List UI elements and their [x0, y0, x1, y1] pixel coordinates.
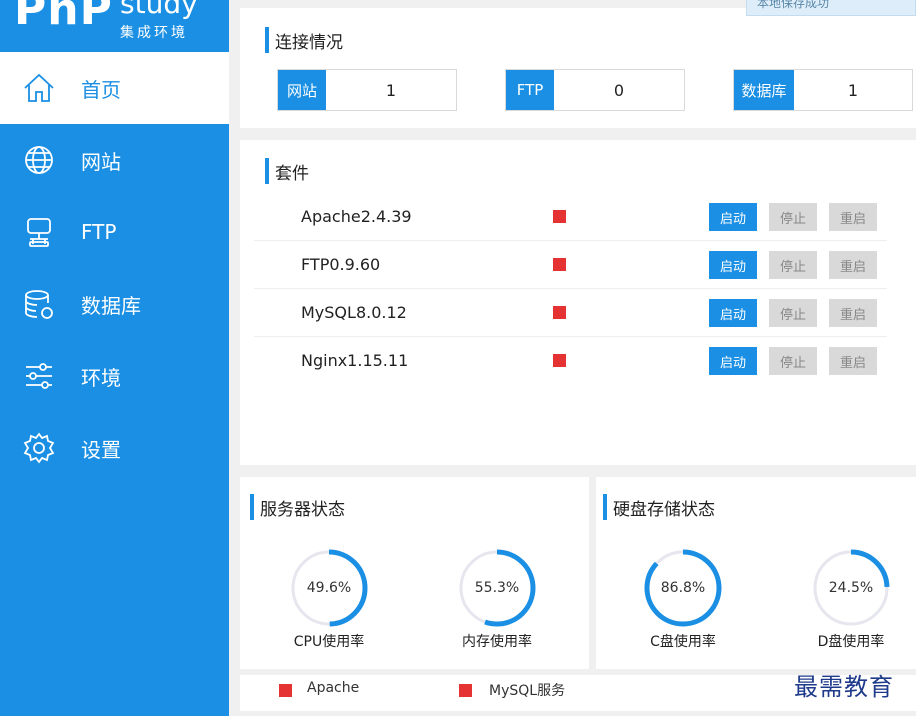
watermark: 最需教育 — [794, 673, 894, 701]
connection-websites-count: 1 — [385, 80, 397, 100]
service-row-nginx: Nginx1.15.11 启动 停止 重启 — [254, 337, 887, 385]
service-stopped-indicator — [553, 306, 566, 319]
suites-title-text: 套件 — [275, 163, 309, 184]
connection-database-label: 数据库 — [734, 70, 794, 110]
gauge-value: 86.8% — [660, 580, 706, 596]
service-stopped-indicator — [553, 210, 566, 223]
sidebar-item-environment[interactable]: 环境 — [0, 340, 229, 412]
legend-mysql-label: MySQL服务 — [489, 683, 566, 699]
stop-button[interactable]: 停止 — [769, 299, 817, 327]
home-icon — [22, 71, 56, 105]
logo-subtitle: 集成环境 — [120, 25, 188, 41]
restart-button[interactable]: 重启 — [829, 299, 877, 327]
sidebar-item-website[interactable]: 网站 — [0, 124, 229, 196]
service-row-mysql: MySQL8.0.12 启动 停止 重启 — [254, 289, 887, 337]
connection-websites: 网站 1 — [277, 69, 457, 111]
connection-database: 数据库 1 — [733, 69, 913, 111]
gauge-value: 24.5% — [828, 580, 874, 596]
service-name: Apache2.4.39 — [301, 207, 412, 226]
legend-apache-label: Apache — [307, 680, 360, 696]
start-button[interactable]: 启动 — [709, 251, 757, 279]
gear-icon — [22, 431, 56, 465]
gauge-value: 49.6% — [306, 580, 352, 596]
start-button[interactable]: 启动 — [709, 299, 757, 327]
sidebar-item-label: 首页 — [81, 77, 121, 102]
title-accent-bar — [265, 27, 269, 53]
memory-usage-gauge: 55.3% — [457, 548, 537, 628]
sidebar-item-label: 设置 — [81, 437, 121, 462]
connection-websites-label: 网站 — [278, 70, 326, 110]
service-stopped-indicator — [553, 258, 566, 271]
server-status-title-text: 服务器状态 — [260, 499, 345, 520]
sidebar-item-home[interactable]: 首页 — [0, 52, 229, 124]
suites-title: 套件 — [265, 158, 309, 184]
d-drive-usage-gauge: 24.5% — [811, 548, 891, 628]
start-button[interactable]: 启动 — [709, 347, 757, 375]
title-accent-bar — [250, 494, 254, 520]
connections-title: 连接情况 — [265, 27, 343, 53]
disk-status-title: 硬盘存储状态 — [603, 494, 715, 520]
stop-button[interactable]: 停止 — [769, 251, 817, 279]
service-stopped-indicator — [553, 354, 566, 367]
connection-ftp-label: FTP — [506, 70, 554, 110]
service-name: Nginx1.15.11 — [301, 351, 409, 370]
restart-button[interactable]: 重启 — [829, 347, 877, 375]
service-row-apache: Apache2.4.39 启动 停止 重启 — [254, 193, 887, 241]
d-drive-usage-label: D盘使用率 — [817, 634, 885, 650]
connection-database-count: 1 — [847, 80, 859, 100]
sidebar-nav: 首页 网站 FTP 数据库 环境 设置 — [0, 52, 229, 484]
sidebar-item-database[interactable]: 数据库 — [0, 268, 229, 340]
connection-ftp: FTP 0 — [505, 69, 685, 111]
database-icon — [22, 287, 56, 321]
server-icon — [22, 215, 56, 249]
connections-title-text: 连接情况 — [275, 32, 343, 53]
cpu-usage-gauge: 49.6% — [289, 548, 369, 628]
stop-button[interactable]: 停止 — [769, 347, 817, 375]
c-drive-usage-gauge: 86.8% — [643, 548, 723, 628]
sidebar-item-settings[interactable]: 设置 — [0, 412, 229, 484]
sidebar-item-label: FTP — [81, 220, 117, 244]
service-name: FTP0.9.60 — [301, 255, 381, 274]
memory-usage-label: 内存使用率 — [462, 634, 532, 650]
disk-status-title-text: 硬盘存储状态 — [613, 499, 715, 520]
cpu-usage-label: CPU使用率 — [293, 634, 365, 650]
stop-button[interactable]: 停止 — [769, 203, 817, 231]
logo-study-text: study — [120, 0, 198, 20]
legend-apache-swatch — [279, 684, 292, 697]
legend-mysql-swatch — [459, 684, 472, 697]
service-name: MySQL8.0.12 — [301, 303, 407, 322]
title-accent-bar — [265, 158, 269, 184]
restart-button[interactable]: 重启 — [829, 251, 877, 279]
sidebar-item-label: 数据库 — [81, 293, 141, 318]
sidebar: PhP study 集成环境 首页 网站 FTP 数据库 环境 设置 — [0, 0, 229, 716]
c-drive-usage-label: C盘使用率 — [650, 634, 716, 650]
service-row-ftp: FTP0.9.60 启动 停止 重启 — [254, 241, 887, 289]
sidebar-item-label: 网站 — [81, 149, 121, 174]
connection-ftp-count: 0 — [613, 80, 625, 100]
title-accent-bar — [603, 494, 607, 520]
notification-toast: 本地保存成功 — [746, 0, 916, 16]
gauge-value: 55.3% — [474, 580, 520, 596]
start-button[interactable]: 启动 — [709, 203, 757, 231]
server-status-title: 服务器状态 — [250, 494, 345, 520]
restart-button[interactable]: 重启 — [829, 203, 877, 231]
sidebar-item-ftp[interactable]: FTP — [0, 196, 229, 268]
logo-main-text: PhP — [14, 0, 113, 35]
sidebar-item-label: 环境 — [81, 365, 121, 390]
app-logo: PhP study 集成环境 — [0, 0, 229, 50]
sliders-icon — [22, 359, 56, 393]
globe-icon — [22, 143, 56, 177]
